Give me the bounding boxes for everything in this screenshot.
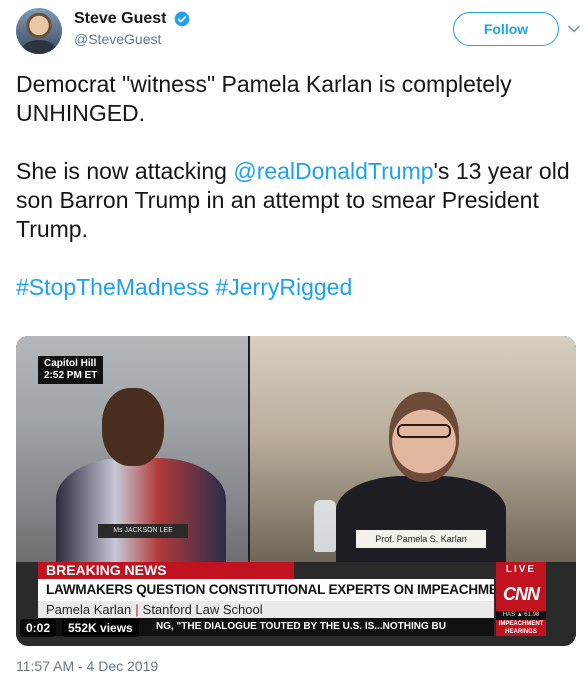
hashtag-link[interactable]: #JerryRigged bbox=[215, 274, 352, 300]
cnn-logo: CNN bbox=[496, 577, 546, 611]
tweet-header: Steve Guest @SteveGuest Follow bbox=[16, 8, 580, 56]
location-time: 2:52 PM ET bbox=[44, 370, 98, 381]
split-divider bbox=[248, 336, 250, 562]
view-count: 552K views bbox=[62, 619, 139, 637]
nameplate-left: Ms JACKSON LEE bbox=[98, 524, 188, 538]
tweet-paragraph-1: Democrat "witness" Pamela Karlan is comp… bbox=[16, 71, 512, 126]
author-handle[interactable]: @SteveGuest bbox=[74, 31, 190, 47]
tweet-hashtags: #StopTheMadness #JerryRigged bbox=[16, 273, 576, 302]
author-name[interactable]: Steve Guest bbox=[74, 10, 166, 28]
tweet-text-segment: She is now attacking bbox=[16, 158, 234, 184]
market-ticker: HAS ▲ 61.98 bbox=[496, 611, 546, 620]
tweet-timestamp[interactable]: 11:57 AM - 4 Dec 2019 bbox=[16, 658, 158, 674]
nameplate-right: Prof. Pamela S. Karlan bbox=[356, 530, 486, 548]
tweet-paragraph-2: She is now attacking @realDonaldTrump's … bbox=[16, 157, 576, 244]
guest-affiliation: Stanford Law School bbox=[142, 602, 263, 617]
avatar[interactable] bbox=[16, 8, 62, 54]
chevron-down-icon[interactable] bbox=[567, 22, 581, 36]
breaking-news-bar: BREAKING NEWS bbox=[38, 562, 294, 579]
tweet-body: Democrat "witness" Pamela Karlan is comp… bbox=[16, 70, 576, 331]
hashtag-link[interactable]: #StopTheMadness bbox=[16, 274, 209, 300]
separator: | bbox=[135, 602, 139, 617]
verified-badge-icon bbox=[174, 11, 190, 27]
author-block: Steve Guest @SteveGuest bbox=[74, 10, 190, 47]
glasses bbox=[397, 424, 451, 438]
chyron-subline: Pamela Karlan | Stanford Law School bbox=[38, 601, 494, 618]
live-badge: LIVE bbox=[496, 562, 546, 577]
mention-link[interactable]: @realDonaldTrump bbox=[233, 158, 433, 184]
follow-button[interactable]: Follow bbox=[453, 12, 559, 46]
video-person-left-head bbox=[102, 388, 164, 466]
water-bottle bbox=[314, 500, 336, 552]
video-person-right bbox=[336, 476, 506, 562]
location-name: Capitol Hill bbox=[44, 358, 97, 369]
chyron-headline: LAWMAKERS QUESTION CONSTITUTIONAL EXPERT… bbox=[38, 579, 494, 601]
impeachment-hearings-tag: IMPEACHMENT HEARINGS bbox=[496, 620, 546, 636]
video-player[interactable]: Ms JACKSON LEE Prof. Pamela S. Karlan Ca… bbox=[16, 336, 576, 646]
location-box: Capitol Hill 2:52 PM ET bbox=[38, 356, 104, 384]
video-elapsed-time: 0:02 bbox=[20, 619, 57, 637]
guest-name: Pamela Karlan bbox=[46, 602, 132, 617]
ticker-text: NG, "THE DIALOGUE TOUTED BY THE U.S. IS.… bbox=[156, 621, 446, 632]
video-person-left bbox=[56, 458, 226, 562]
